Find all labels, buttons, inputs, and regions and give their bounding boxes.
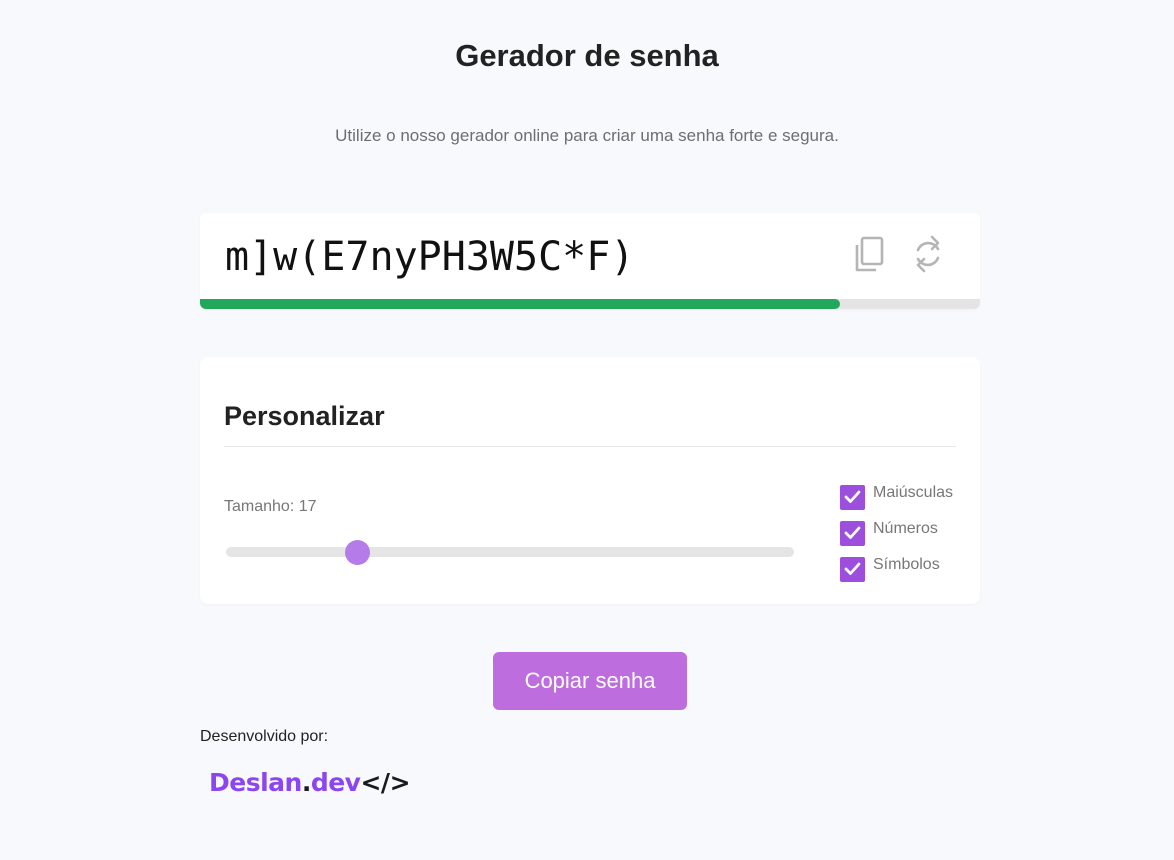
numbers-checkbox[interactable] [840, 520, 865, 546]
strength-bar [200, 299, 980, 309]
size-label: Tamanho: 17 [224, 498, 317, 515]
options-list: Maiúsculas Números Símbolos [840, 479, 953, 587]
uppercase-label: Maiúsculas [873, 484, 954, 501]
logo-name: Deslan [209, 768, 302, 797]
copy-password-button[interactable]: Copiar senha [493, 652, 687, 710]
option-symbols[interactable]: Símbolos [840, 551, 953, 587]
option-uppercase[interactable]: Maiúsculas [840, 479, 953, 515]
customize-title: Personalizar [224, 401, 385, 431]
developer-logo[interactable]: Deslan.dev</> [209, 768, 411, 797]
divider [224, 446, 956, 447]
developed-by-label: Desenvolvido por: [200, 728, 329, 745]
symbols-label: Símbolos [873, 556, 940, 573]
slider-thumb[interactable] [344, 540, 370, 565]
symbols-checkbox[interactable] [840, 556, 865, 582]
customize-card: Personalizar Tamanho: 17 Maiúsculas Núme… [200, 357, 980, 604]
page-subtitle: Utilize o nosso gerador online para cria… [335, 126, 839, 145]
strength-bar-fill [200, 299, 840, 309]
password-display[interactable]: m]w(E7nyPH3W5C*F) [225, 234, 634, 280]
logo-dev: dev [310, 768, 361, 797]
logo-tag: </> [360, 768, 411, 797]
password-card: m]w(E7nyPH3W5C*F) [200, 213, 980, 309]
check-icon [844, 562, 861, 575]
numbers-label: Números [873, 520, 938, 537]
logo-dot: . [301, 768, 312, 797]
length-slider[interactable] [226, 540, 794, 565]
page-title: Gerador de senha [455, 38, 719, 73]
option-numbers[interactable]: Números [840, 515, 953, 551]
copy-icon[interactable] [851, 235, 887, 273]
check-icon [844, 490, 861, 503]
check-icon [844, 526, 861, 539]
uppercase-checkbox[interactable] [840, 484, 865, 510]
refresh-icon[interactable] [910, 235, 946, 273]
